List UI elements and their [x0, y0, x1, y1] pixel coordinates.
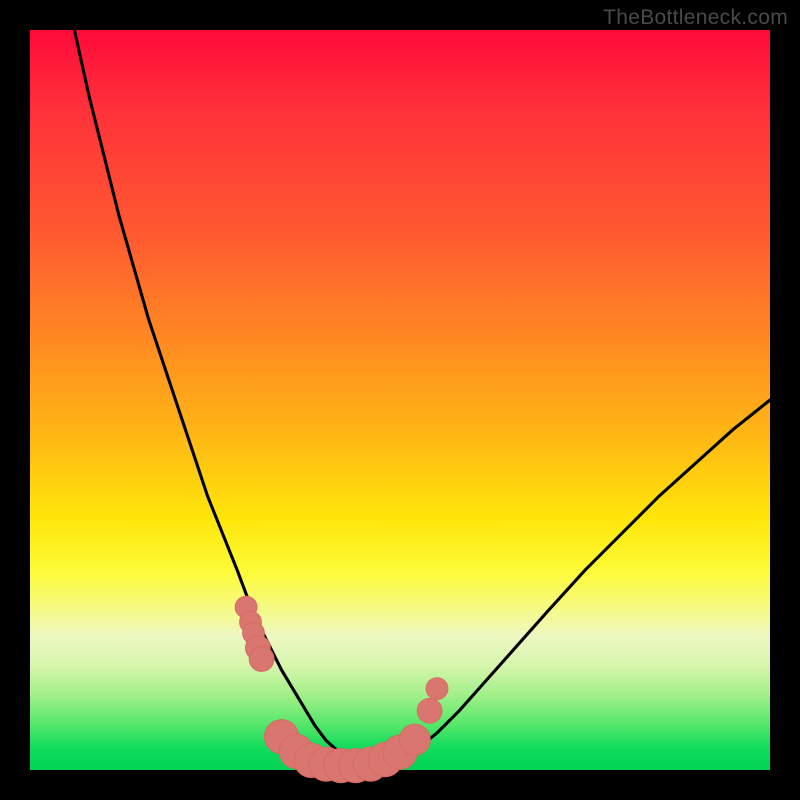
- curve-marker: [399, 724, 430, 755]
- bottleneck-curve: [74, 30, 770, 766]
- curve-markers: [235, 596, 448, 782]
- plot-area: [30, 30, 770, 770]
- curve-marker: [426, 678, 448, 700]
- watermark-text: TheBottleneck.com: [603, 6, 788, 30]
- curve-marker: [249, 647, 274, 672]
- chart-frame: TheBottleneck.com: [0, 0, 800, 800]
- curve-svg: [30, 30, 770, 770]
- curve-marker: [417, 698, 442, 723]
